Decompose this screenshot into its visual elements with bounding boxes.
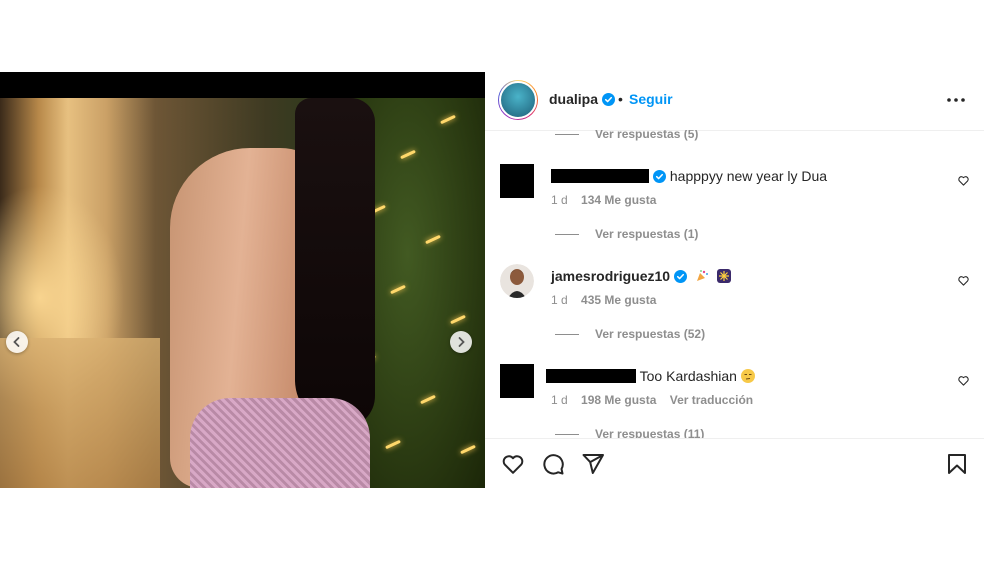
redacted-username[interactable] bbox=[546, 369, 636, 383]
view-replies-button[interactable]: Ver respuestas (11) bbox=[555, 427, 704, 438]
view-replies-button[interactable]: Ver respuestas (1) bbox=[555, 227, 698, 241]
photo-dress bbox=[190, 398, 370, 488]
comment-avatar[interactable] bbox=[500, 264, 534, 298]
comment-time: 1 d bbox=[551, 393, 568, 407]
view-replies-label[interactable]: Ver respuestas (11) bbox=[595, 427, 704, 438]
chevron-right-icon bbox=[458, 337, 465, 347]
comment-icon[interactable] bbox=[541, 452, 565, 476]
view-replies-button[interactable]: Ver respuestas (52) bbox=[555, 327, 705, 341]
view-replies-button[interactable]: Ver respuestas (5) bbox=[555, 130, 698, 141]
post-side-panel: dualipa • Seguir Ver respuestas (5) happ… bbox=[485, 72, 984, 488]
author-avatar[interactable] bbox=[498, 80, 538, 120]
post-photo bbox=[0, 98, 485, 488]
chevron-left-icon bbox=[13, 337, 20, 347]
replies-divider bbox=[555, 333, 579, 335]
author-username[interactable]: dualipa bbox=[549, 91, 616, 107]
comment-body: Too Kardashian bbox=[639, 368, 737, 384]
comment-likes[interactable]: 435 Me gusta bbox=[581, 293, 656, 307]
fireworks-emoji bbox=[716, 269, 731, 283]
see-translation-button[interactable]: Ver traducción bbox=[670, 393, 753, 407]
comment-body: happpyy new year ly Dua bbox=[669, 168, 828, 184]
comment-text: happpyy new year ly Dua bbox=[551, 168, 827, 184]
comment-meta: 1 d 134 Me gusta bbox=[551, 193, 666, 207]
comment-meta: 1 d 198 Me gusta Ver traducción bbox=[551, 393, 763, 407]
post-media bbox=[0, 72, 485, 488]
unamused-face-emoji bbox=[740, 369, 755, 383]
view-replies-label[interactable]: Ver respuestas (1) bbox=[595, 227, 698, 241]
replies-divider bbox=[555, 433, 579, 435]
header-separator: • bbox=[618, 91, 623, 107]
more-options-icon[interactable] bbox=[945, 89, 967, 111]
photo-hair bbox=[295, 98, 375, 428]
verified-badge-icon bbox=[653, 170, 666, 183]
view-replies-label[interactable]: Ver respuestas (52) bbox=[595, 327, 705, 341]
verified-badge-icon bbox=[602, 93, 616, 106]
verified-badge-icon bbox=[674, 270, 688, 283]
author-username-text[interactable]: dualipa bbox=[549, 91, 598, 107]
post-header: dualipa • Seguir bbox=[485, 72, 984, 131]
party-popper-emoji bbox=[696, 270, 708, 281]
comment-meta: 1 d 435 Me gusta bbox=[551, 293, 666, 307]
like-comment-heart-icon[interactable] bbox=[957, 174, 970, 187]
comment-avatar-redacted[interactable] bbox=[500, 164, 534, 198]
like-comment-heart-icon[interactable] bbox=[957, 374, 970, 387]
comment-text: Too Kardashian bbox=[546, 368, 755, 384]
prev-photo-button[interactable] bbox=[6, 331, 28, 353]
comment-text: jamesrodriguez10 bbox=[551, 268, 731, 284]
view-replies-label[interactable]: Ver respuestas (5) bbox=[595, 130, 698, 141]
like-comment-heart-icon[interactable] bbox=[957, 274, 970, 287]
save-icon[interactable] bbox=[945, 452, 969, 476]
post-action-bar bbox=[485, 438, 984, 489]
share-icon[interactable] bbox=[581, 452, 605, 476]
follow-button[interactable]: Seguir bbox=[629, 91, 673, 107]
redacted-username[interactable] bbox=[551, 169, 649, 183]
comment-avatar-redacted[interactable] bbox=[500, 364, 534, 398]
comment-time: 1 d bbox=[551, 293, 568, 307]
comment-likes[interactable]: 134 Me gusta bbox=[581, 193, 656, 207]
comment-likes[interactable]: 198 Me gusta bbox=[581, 393, 656, 407]
replies-divider bbox=[555, 233, 579, 235]
next-photo-button[interactable] bbox=[450, 331, 472, 353]
replies-divider bbox=[555, 133, 579, 135]
comments-list[interactable]: Ver respuestas (5) happpyy new year ly D… bbox=[485, 130, 984, 438]
comment-username[interactable]: jamesrodriguez10 bbox=[551, 268, 670, 284]
comment-time: 1 d bbox=[551, 193, 568, 207]
author-avatar-image bbox=[499, 81, 537, 119]
heart-icon[interactable] bbox=[501, 452, 525, 476]
photo-floor bbox=[0, 338, 160, 488]
